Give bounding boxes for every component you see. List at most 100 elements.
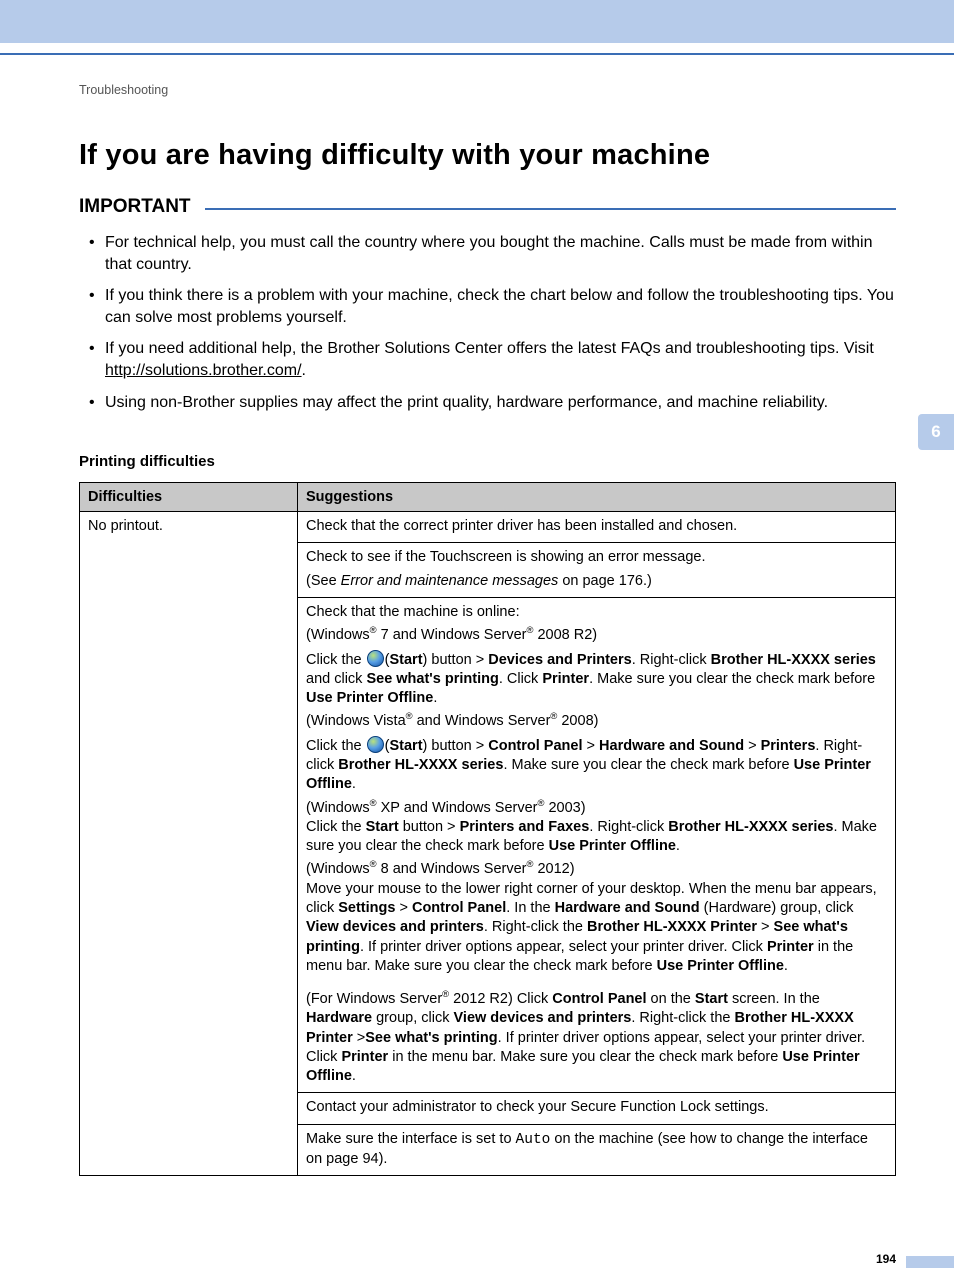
text-bold: Settings: [338, 900, 395, 916]
text: and click: [306, 671, 366, 687]
text: (Hardware) group, click: [700, 900, 854, 916]
text: ) button >: [423, 652, 489, 668]
text: on page 176.): [558, 573, 652, 589]
text: .: [352, 1068, 356, 1084]
difficulty-cell: No printout.: [80, 512, 298, 1176]
table-header-row: Difficulties Suggestions: [80, 483, 896, 512]
text-bold: Hardware: [306, 1010, 372, 1026]
text: 8 and Windows Server: [377, 861, 527, 877]
list-item: Using non-Brother supplies may affect th…: [93, 392, 896, 414]
text: >: [744, 738, 761, 754]
text: 2012): [533, 861, 574, 877]
text: . Right-click: [632, 652, 711, 668]
text: . Right-click: [589, 819, 668, 835]
text-bold: Brother HL-XXXX series: [711, 652, 876, 668]
text: .: [433, 690, 437, 706]
text-bold: View devices and printers: [454, 1010, 632, 1026]
text: . Make sure you clear the check mark bef…: [589, 671, 875, 687]
text: Make sure the interface is set to: [306, 1131, 516, 1147]
windows-start-icon: [367, 736, 384, 753]
text: .: [784, 958, 788, 974]
text-bold: Brother HL-XXXX series: [668, 819, 833, 835]
text-bold: Devices and Printers: [488, 652, 631, 668]
text-mono: Auto: [516, 1132, 551, 1148]
text-bold: Control Panel: [552, 991, 646, 1007]
text-bold: Printers and Faxes: [460, 819, 590, 835]
section-title: Printing difficulties: [79, 453, 896, 470]
text: (Windows Vista: [306, 713, 406, 729]
text-bold: Hardware and Sound: [599, 738, 744, 754]
text-bold: Brother HL-XXXX series: [338, 757, 503, 773]
text-bold: Control Panel: [488, 738, 582, 754]
suggestion-cell: Check that the machine is online: (Windo…: [298, 598, 896, 1093]
text-bold: View devices and printers: [306, 919, 484, 935]
page-number: 194: [876, 1252, 896, 1266]
text: Check to see if the Touchscreen is showi…: [306, 549, 706, 565]
text: 2012 R2) Click: [449, 991, 552, 1007]
list-item: For technical help, you must call the co…: [93, 232, 896, 275]
text: .: [302, 362, 306, 379]
text-bold: Use Printer Offline: [549, 838, 676, 854]
text-bold: Start: [389, 738, 422, 754]
text: . Right-click the: [631, 1010, 734, 1026]
text: XP and Windows Server: [377, 800, 538, 816]
col-header-difficulties: Difficulties: [80, 483, 298, 512]
text: .: [676, 838, 680, 854]
table-row: No printout. Check that the correct prin…: [80, 512, 896, 543]
text-bold: Control Panel: [412, 900, 506, 916]
important-heading-row: IMPORTANT: [79, 196, 896, 218]
text-bold: Printer: [542, 671, 589, 687]
solutions-link[interactable]: http://solutions.brother.com/: [105, 362, 302, 379]
text: . If printer driver options appear, sele…: [360, 939, 767, 955]
text: . Right-click the: [484, 919, 587, 935]
text: Click the: [306, 819, 366, 835]
text-bold: Use Printer Offline: [657, 958, 784, 974]
text: on the: [647, 991, 695, 1007]
text: . In the: [506, 900, 554, 916]
text-bold: Use Printer Offline: [306, 690, 433, 706]
text: >: [395, 900, 412, 916]
text: (Windows: [306, 861, 370, 877]
text-bold: Start: [389, 652, 422, 668]
text: group, click: [372, 1010, 453, 1026]
text: . Make sure you clear the check mark bef…: [503, 757, 793, 773]
text: 2008 R2): [533, 627, 597, 643]
text: button >: [399, 819, 460, 835]
text: (For Windows Server: [306, 991, 442, 1007]
text: 2008): [557, 713, 598, 729]
important-rule: [205, 208, 896, 210]
text-bold: Start: [695, 991, 728, 1007]
text: Check that the machine is online:: [306, 603, 887, 622]
text: >: [353, 1030, 366, 1046]
text: >: [583, 738, 600, 754]
text-bold: Brother HL-XXXX Printer: [587, 919, 757, 935]
text: screen. In the: [728, 991, 820, 1007]
difficulties-table: Difficulties Suggestions No printout. Ch…: [79, 482, 896, 1176]
text: 2003): [544, 800, 585, 816]
list-item: If you need additional help, the Brother…: [93, 338, 896, 381]
text: 7 and Windows Server: [377, 627, 527, 643]
col-header-suggestions: Suggestions: [298, 483, 896, 512]
page-content: Troubleshooting If you are having diffic…: [0, 55, 954, 1176]
text: Click the: [306, 652, 366, 668]
text: .: [352, 776, 356, 792]
page-footer: 194: [0, 1226, 954, 1286]
text: (See: [306, 573, 341, 589]
text: in the menu bar. Make sure you clear the…: [388, 1049, 782, 1065]
list-item: If you think there is a problem with you…: [93, 285, 896, 328]
windows-start-icon: [367, 650, 384, 667]
suggestion-cell: Make sure the interface is set to Auto o…: [298, 1124, 896, 1176]
breadcrumb: Troubleshooting: [79, 83, 896, 97]
text: . Click: [499, 671, 543, 687]
suggestion-cell: Contact your administrator to check your…: [298, 1093, 896, 1124]
header-band: [0, 0, 954, 43]
text: (Windows: [306, 800, 370, 816]
text-bold: Printer: [767, 939, 814, 955]
text-bold: Printers: [761, 738, 816, 754]
page-title: If you are having difficulty with your m…: [79, 139, 896, 172]
suggestion-cell: Check to see if the Touchscreen is showi…: [298, 543, 896, 598]
footer-accent: [906, 1256, 954, 1268]
text-bold: Printer: [341, 1049, 388, 1065]
text: (Windows: [306, 627, 370, 643]
text-italic: Error and maintenance messages: [341, 573, 559, 589]
